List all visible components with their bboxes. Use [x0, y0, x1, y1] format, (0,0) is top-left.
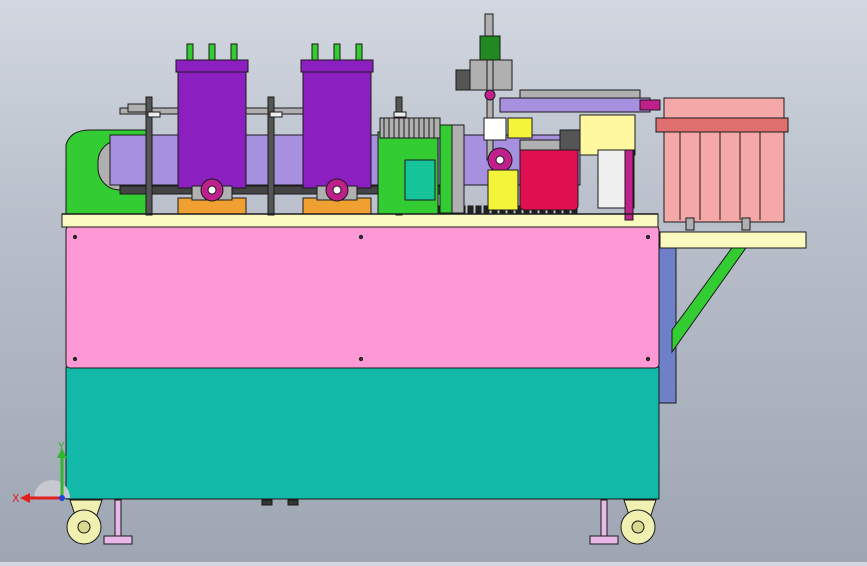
cutter-block: [177, 69, 247, 189]
cutter-stud: [208, 43, 216, 61]
motor-bracket: [559, 129, 581, 151]
press-valve: [455, 69, 471, 91]
leveling-foot-base: [589, 535, 619, 545]
bowl-rim: [655, 117, 789, 133]
gear-hub: [332, 185, 342, 195]
cutter-stud: [311, 43, 319, 61]
wire-processing-machine: [61, 13, 807, 545]
cutter-block: [302, 69, 372, 189]
panel-screw: [645, 356, 651, 362]
feed-gear-hub: [495, 155, 505, 165]
caster-hub: [631, 520, 645, 534]
cutter-stud: [355, 43, 363, 61]
column-b: [451, 124, 465, 214]
column-a: [439, 124, 453, 214]
triad-shadow-disc: [34, 480, 70, 498]
machine-front-view: [61, 13, 807, 545]
chain-link: [475, 205, 482, 215]
panel-screw: [358, 234, 364, 240]
chute-post: [624, 149, 634, 221]
post-clamp: [269, 111, 283, 118]
cutter-stud: [333, 43, 341, 61]
base-cabinet: [65, 366, 660, 500]
arm-guide-rail: [519, 89, 641, 99]
cutter-cap: [300, 59, 374, 73]
press-cylinder: [479, 35, 501, 61]
panel-screw: [72, 356, 78, 362]
press-pivot: [484, 89, 496, 101]
leveling-foot-base: [103, 535, 133, 545]
x-axis-label: X: [12, 492, 20, 505]
transfer-arm: [499, 97, 651, 113]
upper-door-panel: [65, 225, 660, 369]
coordinate-triad: X Y: [12, 440, 70, 505]
gear-hub: [207, 185, 217, 195]
leveling-foot-stem: [114, 499, 122, 537]
z-axis-dot-icon: [59, 495, 65, 501]
y-axis-label: Y: [57, 440, 65, 453]
panel-screw: [645, 234, 651, 240]
side-shelf-plate: [659, 231, 807, 249]
hopper-chute: [579, 114, 636, 156]
panel-screw: [358, 356, 364, 362]
feed-guide: [487, 169, 519, 211]
vibratory-bowl: [663, 97, 785, 223]
transfer-arm-tip: [639, 99, 661, 111]
x-axis-arrow-icon: [20, 493, 30, 503]
post-clamp: [147, 111, 161, 118]
rail-end-clamp: [127, 103, 149, 113]
bowl-leg: [741, 217, 751, 231]
top-plate: [61, 213, 659, 228]
cutter-stud: [186, 43, 194, 61]
cad-viewport[interactable]: X Y: [0, 0, 867, 562]
red-stepper-motor: [519, 144, 579, 211]
press-rod: [486, 59, 494, 161]
cabinet-leg-pad: [261, 499, 273, 506]
cutter-cap: [175, 59, 249, 73]
clamp-block: [507, 117, 533, 139]
caster-hub: [77, 520, 91, 534]
leveling-foot-stem: [600, 499, 608, 537]
press-clamp: [483, 117, 507, 141]
diagonal-brace: [671, 244, 749, 354]
cutter-stud: [230, 43, 238, 61]
control-box: [404, 159, 436, 201]
bowl-leg: [685, 217, 695, 231]
chain-link: [467, 205, 474, 215]
post-clamp: [393, 111, 407, 118]
side-support-post: [657, 244, 677, 404]
cabinet-leg-pad: [287, 499, 299, 506]
panel-screw: [72, 234, 78, 240]
